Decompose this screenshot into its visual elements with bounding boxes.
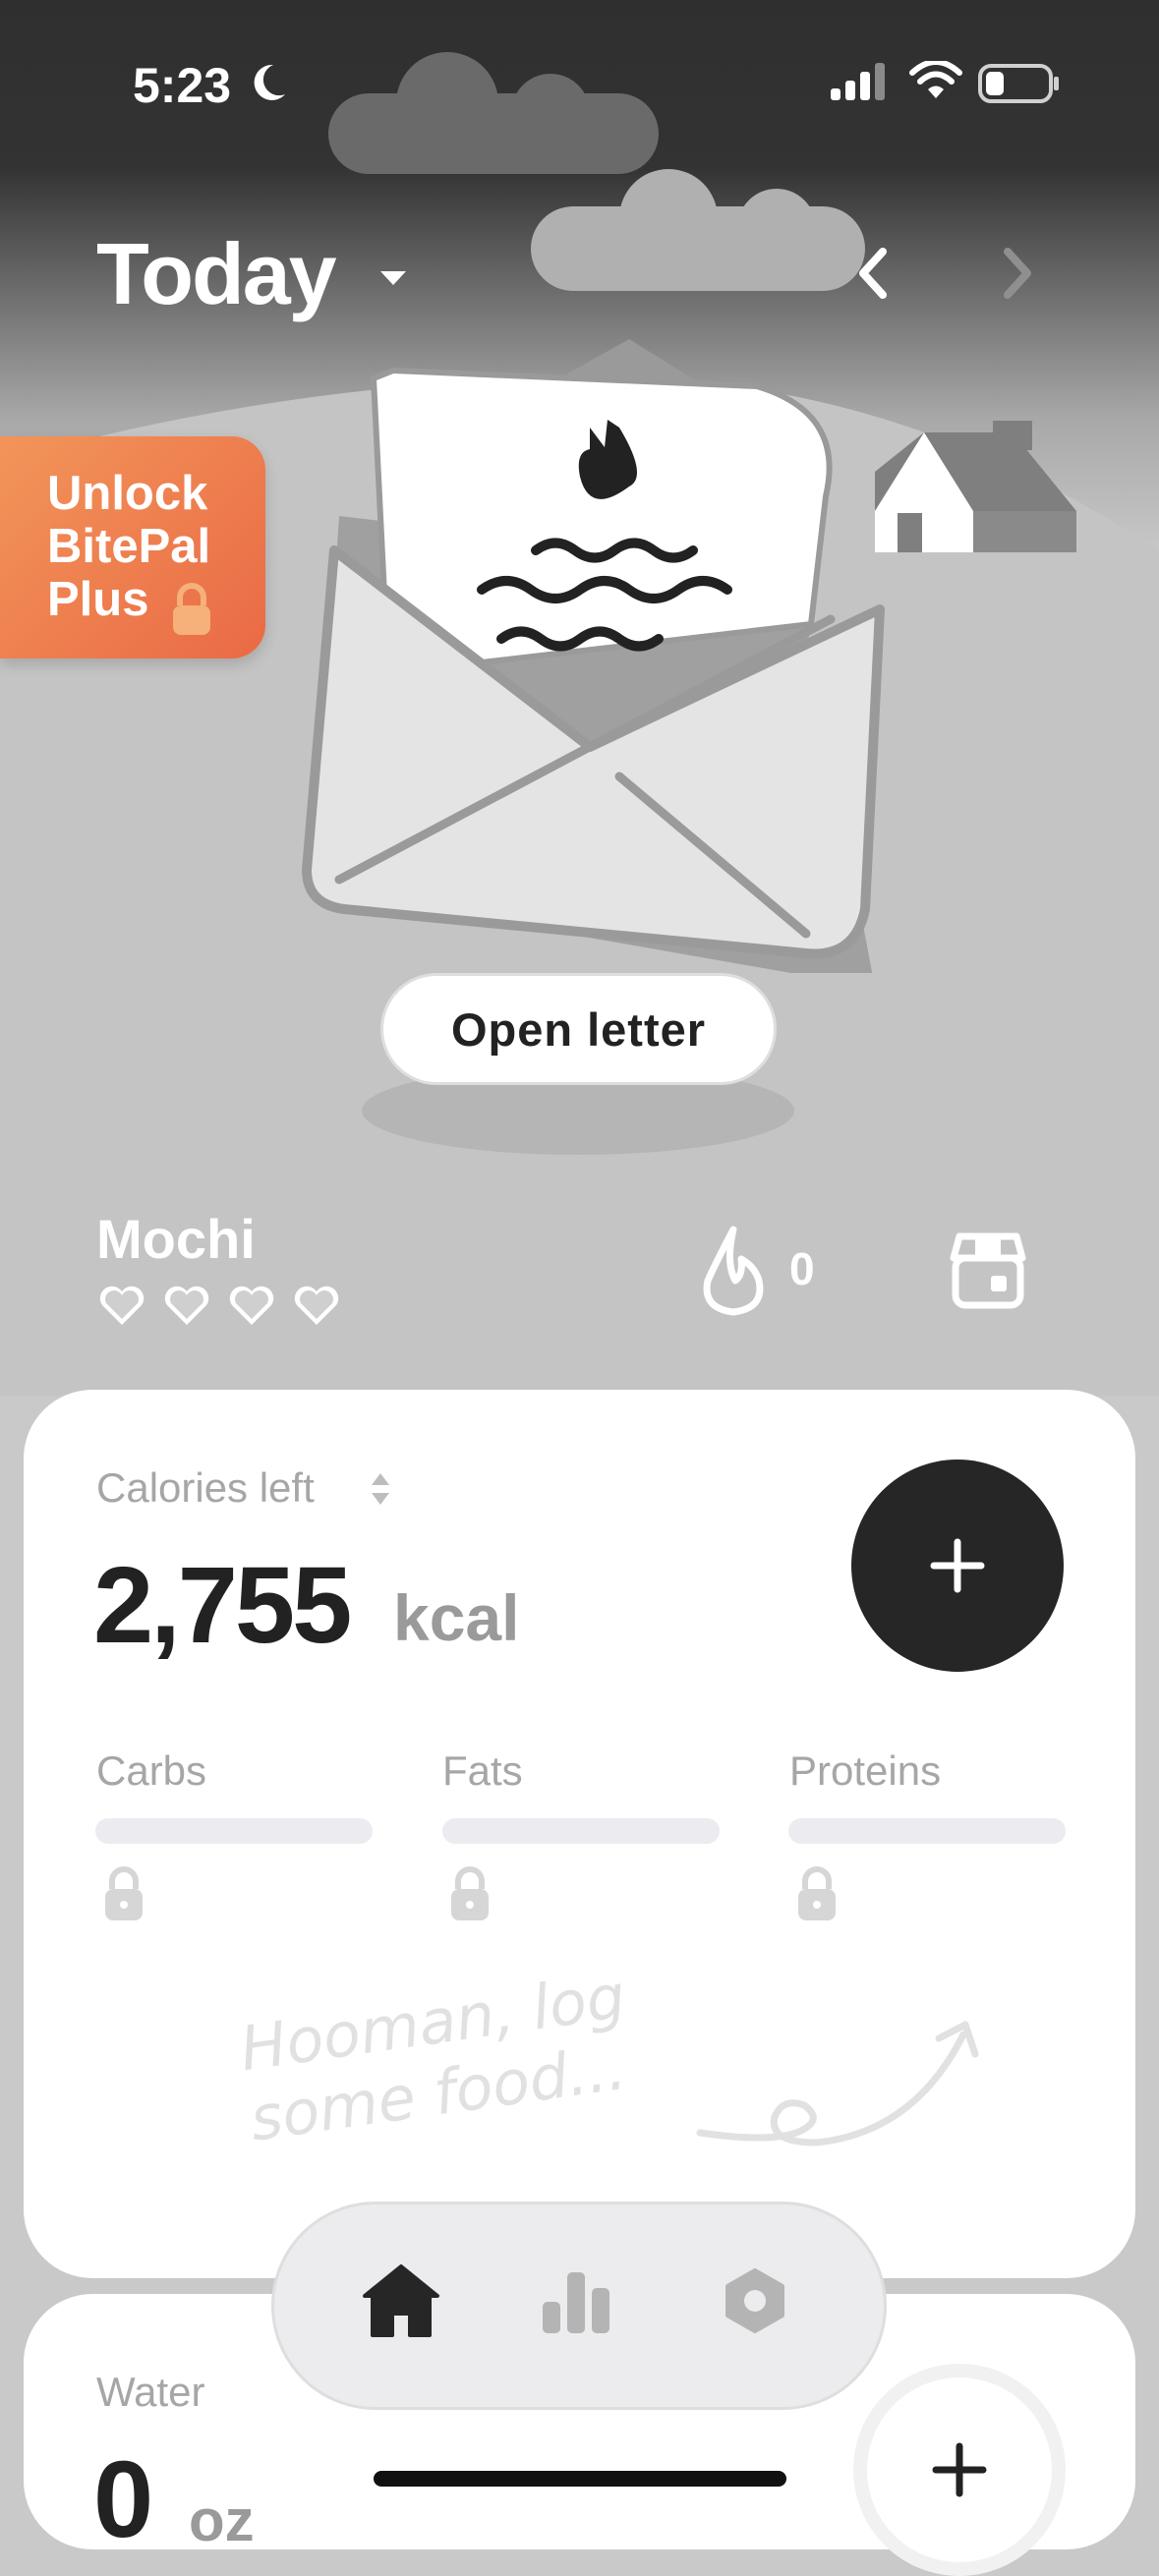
plus-icon <box>932 2442 987 2497</box>
battery-icon <box>978 64 1059 103</box>
streak-count: 0 <box>789 1243 815 1294</box>
lock-icon[interactable] <box>448 1865 492 1922</box>
cellular-signal-icon <box>831 63 885 100</box>
heart-icon <box>229 1286 274 1325</box>
promo-line-3: Plus <box>47 573 149 626</box>
plus-icon <box>930 1538 985 1593</box>
macro-label-fats: Fats <box>442 1747 523 1794</box>
heart-icon <box>99 1286 145 1325</box>
heart-icon <box>294 1286 339 1325</box>
water-value: 0 <box>93 2439 154 2560</box>
settings-icon[interactable] <box>720 2266 790 2335</box>
open-letter-button[interactable]: Open letter <box>380 973 777 1085</box>
home-screen: 5:23 Today Unlock BitePal Plus Open lett… <box>0 0 1159 2576</box>
macro-label-proteins: Proteins <box>789 1747 942 1794</box>
carbs-progress-bar <box>95 1818 373 1844</box>
home-indicator <box>374 2471 786 2487</box>
status-time: 5:23 <box>133 58 232 113</box>
lock-icon[interactable] <box>795 1865 839 1922</box>
fats-progress-bar <box>442 1818 720 1844</box>
next-day-icon[interactable] <box>998 244 1037 303</box>
chevron-down-icon[interactable] <box>378 267 408 289</box>
home-icon[interactable] <box>359 2261 443 2339</box>
page-title[interactable]: Today <box>96 224 337 324</box>
wifi-icon <box>909 61 962 98</box>
macro-label-carbs: Carbs <box>96 1747 207 1794</box>
promo-line-1: Unlock <box>47 467 208 520</box>
proteins-progress-bar <box>788 1818 1066 1844</box>
water-unit: oz <box>189 2488 255 2553</box>
calories-value: 2,755 <box>93 1545 352 1666</box>
heart-icon <box>164 1286 209 1325</box>
moon-icon <box>254 64 285 100</box>
stats-icon[interactable] <box>539 2266 613 2335</box>
lock-icon <box>173 583 210 635</box>
promo-line-2: BitePal <box>47 520 211 573</box>
flame-icon[interactable] <box>696 1224 771 1318</box>
shop-icon[interactable] <box>946 1229 1030 1311</box>
previous-day-icon[interactable] <box>853 244 893 303</box>
sort-toggle-icon[interactable] <box>368 1468 393 1510</box>
lock-icon[interactable] <box>102 1865 145 1922</box>
pet-name: Mochi <box>96 1208 256 1270</box>
calories-left-label[interactable]: Calories left <box>96 1464 315 1512</box>
letter-envelope-illustration[interactable] <box>295 359 904 973</box>
pet-hearts <box>96 1284 342 1329</box>
add-water-button[interactable] <box>853 2364 1066 2576</box>
add-food-button[interactable] <box>851 1460 1064 1672</box>
water-label: Water <box>96 2369 205 2415</box>
calories-unit: kcal <box>393 1581 520 1654</box>
curved-arrow-icon <box>696 2021 979 2147</box>
